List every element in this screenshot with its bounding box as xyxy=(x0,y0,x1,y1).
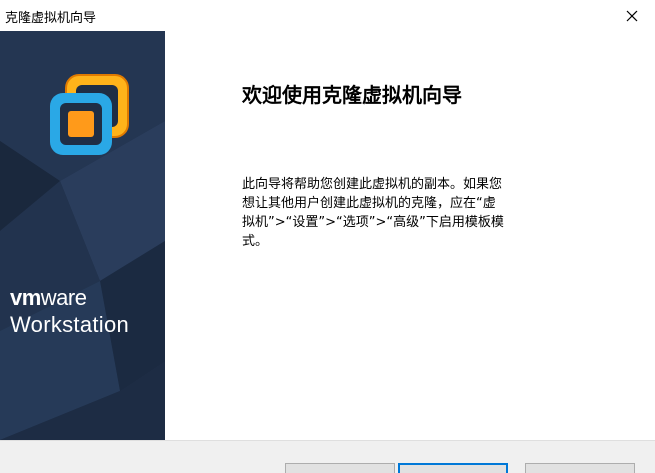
window-title: 克隆虚拟机向导 xyxy=(5,11,97,26)
close-icon xyxy=(626,10,638,21)
wizard-footer xyxy=(0,440,655,473)
close-button[interactable] xyxy=(609,0,655,31)
back-button[interactable] xyxy=(285,463,395,473)
cancel-button[interactable] xyxy=(525,463,635,473)
wizard-sidebar-banner: vmware Workstation xyxy=(0,31,165,440)
next-button[interactable] xyxy=(398,463,508,473)
vmware-brand: vmware Workstation xyxy=(10,287,129,339)
page-title: 欢迎使用克隆虚拟机向导 xyxy=(242,83,462,107)
wizard-content: 欢迎使用克隆虚拟机向导 此向导将帮助您创建此虚拟机的副本。如果您想让其他用户创建… xyxy=(165,31,655,440)
brand-product-name: Workstation xyxy=(10,312,130,337)
clone-wizard-window: 克隆虚拟机向导 vmware Workstation 欢迎使用克隆虚拟机向导 此… xyxy=(0,0,655,473)
brand-vmware-wordmark: vmware xyxy=(10,285,87,310)
vmware-workstation-logo-icon xyxy=(50,74,129,155)
title-bar: 克隆虚拟机向导 xyxy=(0,0,655,31)
wizard-description: 此向导将帮助您创建此虚拟机的副本。如果您想让其他用户创建此虚拟机的克隆，应在“虚… xyxy=(242,177,504,249)
